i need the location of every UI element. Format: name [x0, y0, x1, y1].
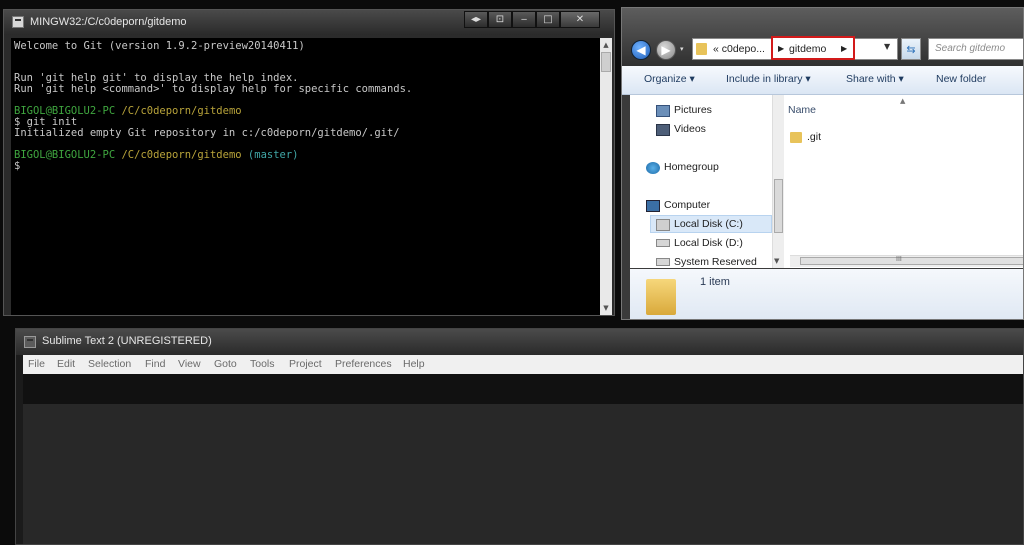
forward-arrow-icon[interactable]: ▶ — [656, 40, 676, 60]
file-item-git[interactable]: .git — [807, 131, 821, 143]
console-output: Initialized empty Git repository in c:/c… — [14, 127, 400, 139]
file-list[interactable]: ▲ Name .git III — [784, 95, 1023, 268]
horizontal-scrollbar[interactable]: III — [790, 255, 1023, 267]
breadcrumb-arrow-icon[interactable]: ▶ — [841, 44, 847, 53]
pictures-icon — [656, 105, 670, 117]
nav-scrollbar[interactable]: ▼ — [772, 95, 784, 268]
terminal-title: MINGW32:/C/c0deporn/gitdemo — [30, 16, 187, 28]
scroll-up-icon[interactable]: ▲ — [600, 38, 612, 52]
menu-edit[interactable]: Edit — [57, 358, 75, 370]
sublime-editor[interactable] — [23, 404, 1023, 544]
share-with-button[interactable]: Share with ▾ — [846, 73, 904, 85]
console-prompt: BIGOL@BIGOLU2-PC /C/c0deporn/gitdemo (ma… — [14, 149, 299, 161]
navigation-pane: Pictures Videos Homegroup Computer Local… — [630, 95, 772, 268]
nav-item-local-disk-d[interactable]: Local Disk (D:) — [674, 237, 743, 249]
item-count: 1 item — [700, 276, 730, 288]
breadcrumb-highlight[interactable]: ▶ gitdemo ▶ — [771, 36, 855, 60]
close-button[interactable]: ✕ — [560, 11, 600, 28]
scroll-thumb[interactable] — [601, 52, 611, 72]
sublime-menubar: File Edit Selection Find View Goto Tools… — [23, 355, 1023, 374]
explorer-window[interactable]: ◀ ▶ ▾ « c0depo... ▶ gitdemo ▶ ▼ ⇆ Search… — [621, 7, 1024, 320]
sublime-window[interactable]: Sublime Text 2 (UNREGISTERED) File Edit … — [15, 328, 1024, 545]
folder-icon — [790, 132, 802, 143]
address-dropdown-icon[interactable]: ▼ — [884, 42, 890, 51]
minimize-button[interactable]: ‒ — [512, 11, 536, 28]
terminal-window[interactable]: MINGW32:/C/c0deporn/gitdemo ◂▸ ⊡ ‒ □ ✕ W… — [3, 9, 615, 316]
command-bar: Organize ▾ Include in library ▾ Share wi… — [622, 66, 1023, 95]
sublime-tab-bar[interactable] — [23, 374, 1023, 404]
refresh-icon[interactable]: ⇆ — [901, 38, 921, 60]
prompt-path: /C/c0deporn/gitdemo — [121, 105, 242, 117]
history-dropdown-icon[interactable]: ▾ — [680, 45, 684, 53]
videos-icon — [656, 124, 670, 136]
scroll-down-icon[interactable]: ▼ — [774, 257, 779, 265]
breadcrumb-arrow-icon[interactable]: ▶ — [778, 44, 784, 53]
nav-item-homegroup[interactable]: Homegroup — [664, 161, 719, 173]
menu-tools[interactable]: Tools — [250, 358, 275, 370]
console-input[interactable]: $ — [14, 160, 20, 172]
sublime-title: Sublime Text 2 (UNREGISTERED) — [42, 335, 212, 347]
sublime-app-icon — [24, 336, 36, 348]
details-pane: 1 item — [630, 269, 1023, 319]
menu-find[interactable]: Find — [145, 358, 165, 370]
sort-arrow-icon: ▲ — [900, 97, 906, 105]
drive-icon — [656, 258, 670, 266]
sublime-titlebar[interactable]: Sublime Text 2 (UNREGISTERED) — [16, 329, 1023, 355]
explorer-toolbar: ◀ ▶ ▾ « c0depo... ▶ gitdemo ▶ ▼ ⇆ Search… — [622, 8, 1023, 66]
folder-icon — [646, 279, 676, 315]
menu-selection[interactable]: Selection — [88, 358, 131, 370]
console-line: Welcome to Git (version 1.9.2-preview201… — [14, 40, 305, 52]
nav-item-computer[interactable]: Computer — [664, 199, 710, 211]
nav-item-pictures[interactable]: Pictures — [674, 104, 712, 116]
scroll-grip: III — [896, 256, 902, 263]
drive-icon — [656, 239, 670, 247]
menu-view[interactable]: View — [178, 358, 201, 370]
breadcrumb-parent[interactable]: « c0depo... — [713, 43, 765, 55]
nav-item-system-reserved[interactable]: System Reserved — [674, 256, 757, 268]
prompt-branch: (master) — [247, 149, 299, 161]
folder-icon — [696, 43, 707, 55]
prompt-user: BIGOL@BIGOLU2-PC — [14, 149, 116, 161]
menu-file[interactable]: File — [28, 358, 45, 370]
menu-goto[interactable]: Goto — [214, 358, 237, 370]
maximize-button[interactable]: □ — [536, 11, 560, 28]
resize-icon[interactable]: ⊡ — [488, 11, 512, 28]
organize-button[interactable]: Organize ▾ — [644, 73, 695, 85]
computer-icon — [646, 200, 660, 212]
drive-icon — [656, 219, 670, 231]
menu-project[interactable]: Project — [289, 358, 322, 370]
breadcrumb-current[interactable]: gitdemo — [789, 43, 826, 55]
terminal-scrollbar[interactable]: ▲ ▼ — [600, 38, 612, 315]
restore-icon[interactable]: ◂▸ — [464, 11, 488, 28]
scroll-thumb[interactable] — [774, 179, 783, 233]
terminal-console[interactable]: Welcome to Git (version 1.9.2-preview201… — [11, 38, 600, 315]
homegroup-icon — [646, 162, 660, 174]
nav-item-local-disk-c[interactable]: Local Disk (C:) — [674, 218, 743, 230]
console-icon — [12, 16, 24, 28]
column-header-name[interactable]: Name — [788, 104, 816, 116]
terminal-titlebar[interactable]: MINGW32:/C/c0deporn/gitdemo ◂▸ ⊡ ‒ □ ✕ — [4, 10, 614, 35]
include-in-library-button[interactable]: Include in library ▾ — [726, 73, 811, 85]
search-input[interactable]: Search gitdemo — [928, 38, 1023, 60]
search-placeholder: Search gitdemo — [935, 43, 1006, 54]
nav-item-videos[interactable]: Videos — [674, 123, 706, 135]
address-bar[interactable]: « c0depo... ▶ gitdemo ▶ ▼ — [692, 36, 898, 60]
prompt-path: /C/c0deporn/gitdemo — [121, 149, 242, 161]
scroll-down-icon[interactable]: ▼ — [600, 301, 612, 315]
new-folder-button[interactable]: New folder — [936, 73, 986, 85]
menu-preferences[interactable]: Preferences — [335, 358, 392, 370]
scroll-thumb[interactable] — [800, 257, 1023, 265]
back-arrow-icon[interactable]: ◀ — [631, 40, 651, 60]
terminal-window-controls: ◂▸ ⊡ ‒ □ ✕ — [464, 11, 600, 29]
menu-help[interactable]: Help — [403, 358, 425, 370]
console-line: Run 'git help <command>' to display help… — [14, 83, 413, 95]
